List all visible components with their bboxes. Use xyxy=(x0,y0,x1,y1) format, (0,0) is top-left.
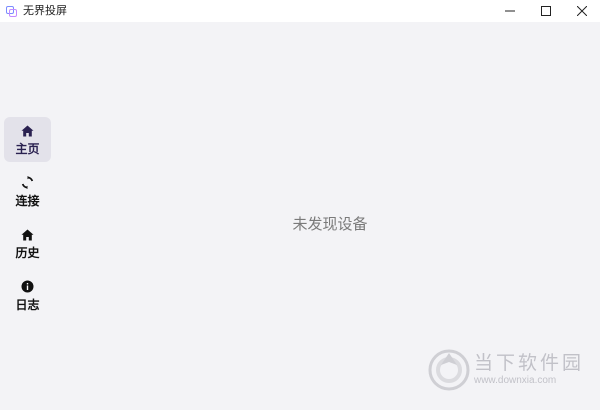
window-controls xyxy=(492,0,600,22)
watermark-logo-icon xyxy=(428,349,470,391)
maximize-icon xyxy=(541,6,551,16)
watermark-name: 当下软件园 xyxy=(473,353,584,374)
app-logo-icon xyxy=(5,5,17,17)
close-icon xyxy=(577,6,587,16)
maximize-button[interactable] xyxy=(528,0,564,22)
minimize-button[interactable] xyxy=(492,0,528,22)
watermark-url: www.downxia.com xyxy=(473,375,557,386)
watermark: 当下软件园 www.downxia.com xyxy=(428,349,584,391)
empty-state-message: 未发现设备 xyxy=(292,216,368,233)
title-bar: 无界投屏 xyxy=(0,0,600,22)
sidebar-item-home[interactable]: 主页 xyxy=(4,117,51,162)
sidebar-item-connect[interactable]: 连接 xyxy=(4,169,51,214)
sync-icon xyxy=(21,176,35,190)
sidebar-item-label: 历史 xyxy=(15,245,40,260)
sidebar-item-label: 主页 xyxy=(15,141,40,156)
close-button[interactable] xyxy=(564,0,600,22)
window-title: 无界投屏 xyxy=(23,5,67,17)
sidebar-item-label: 连接 xyxy=(15,193,40,208)
sidebar-item-label: 日志 xyxy=(15,297,40,312)
info-icon xyxy=(21,280,35,294)
sidebar-item-logs[interactable]: 日志 xyxy=(4,273,51,318)
minimize-icon xyxy=(505,6,515,16)
home-icon xyxy=(21,124,35,138)
